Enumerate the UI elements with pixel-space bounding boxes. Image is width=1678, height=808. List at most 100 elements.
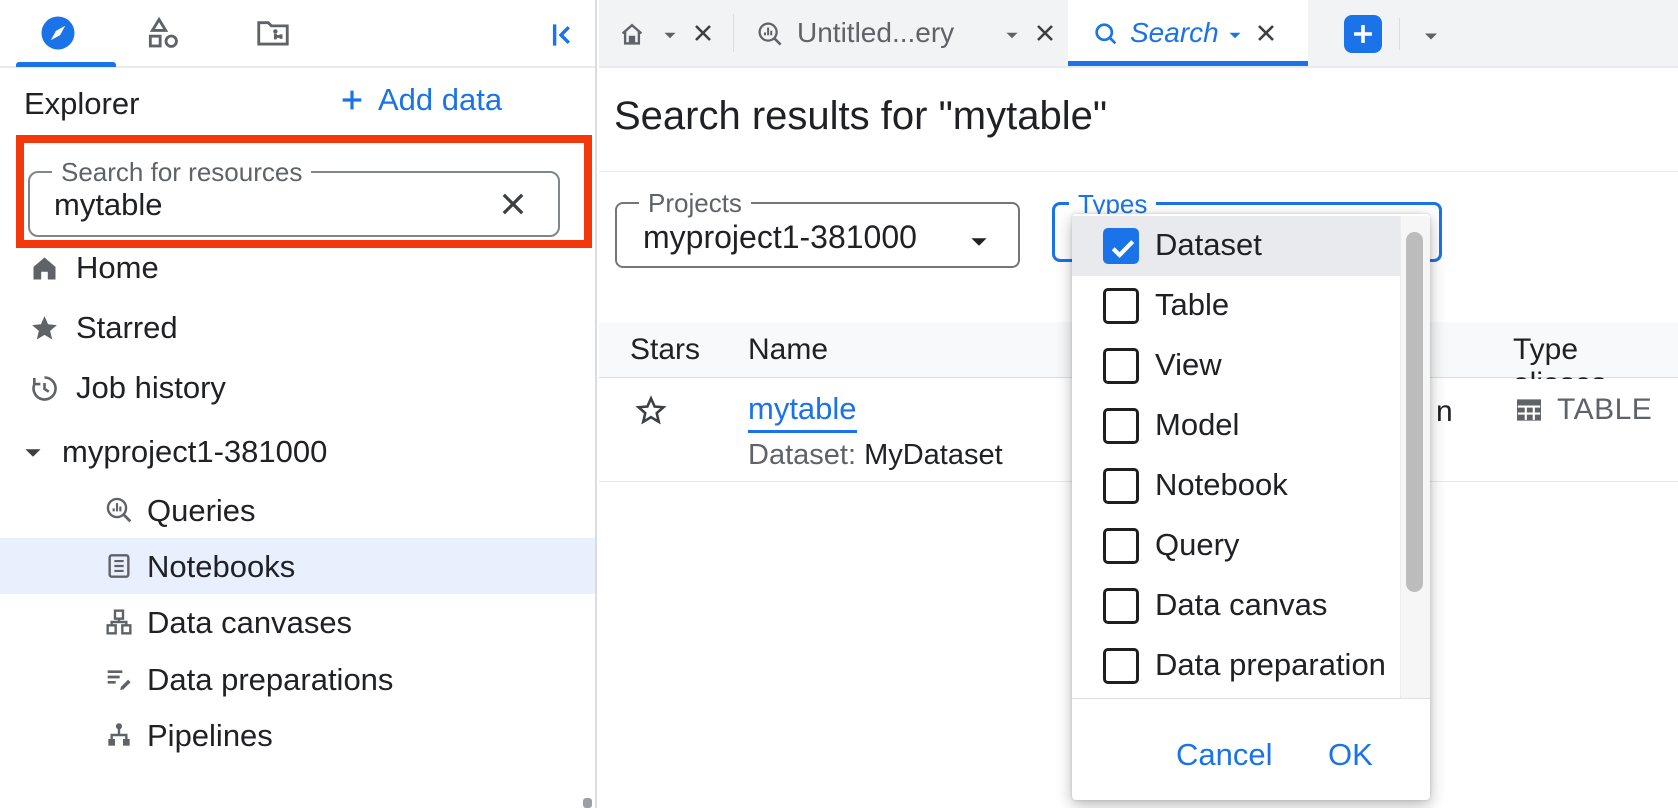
folder-pipeline-icon [254,14,292,52]
sidebar-item-notebooks[interactable]: Notebooks [0,538,595,594]
option-model[interactable]: Model [1072,396,1400,456]
close-tab-button[interactable] [689,17,721,49]
ok-button[interactable]: OK [1328,737,1373,773]
resource-search-field[interactable]: Search for resources mytable [28,171,560,237]
close-icon [496,187,532,221]
dropdown-scrollbar-track[interactable] [1400,216,1430,698]
tab-search-active[interactable]: Search [1068,0,1308,66]
types-option-list: Dataset Table View Model Notebook Query [1072,214,1400,698]
data-canvas-icon [103,606,135,638]
sidebar-item-data-preparations[interactable]: Data preparations [0,651,595,707]
panel-tab-explorer[interactable] [8,0,108,66]
sidebar-item-pipelines[interactable]: Pipelines [0,707,595,763]
explorer-panel: Explorer Add data Search for resources m… [0,0,597,808]
chevron-down-icon[interactable] [1224,24,1246,46]
checkbox-unchecked-icon[interactable] [1103,648,1139,684]
dropdown-arrow-icon [966,229,992,255]
chevron-down-icon[interactable] [1001,24,1023,46]
checkbox-unchecked-icon[interactable] [1103,408,1139,444]
star-toggle-button[interactable] [633,391,673,431]
panel-tab-bar [0,0,595,68]
result-dataset-name: MyDataset [864,439,1003,471]
collapse-panel-button[interactable] [544,17,584,53]
sidebar-item-data-canvases[interactable]: Data canvases [0,594,595,650]
table-grid-icon [1513,394,1545,426]
column-header-name: Name [748,333,828,367]
option-data-canvas[interactable]: Data canvas [1072,576,1400,636]
search-field-label: Search for resources [52,157,311,188]
tab-separator [733,14,734,52]
home-icon [28,252,61,285]
tab-label: Search [1130,17,1219,49]
projects-filter-select[interactable]: Projects myproject1-381000 [615,202,1020,268]
checkbox-unchecked-icon[interactable] [1103,348,1139,384]
option-dataset[interactable]: Dataset [1072,216,1400,276]
sidebar-item-home[interactable]: Home [0,244,595,292]
close-tab-button[interactable] [1252,17,1284,49]
clear-search-button[interactable] [496,186,532,222]
home-outline-icon [617,19,647,49]
compass-icon [40,15,76,51]
add-data-button[interactable]: Add data [336,82,502,118]
search-icon [1092,20,1120,48]
projects-filter-label: Projects [639,188,751,219]
project-tree-header[interactable]: myproject1-381000 [0,428,595,476]
tab-untitled-query[interactable]: Untitled...ery [735,0,1068,66]
column-header-stars: Stars [630,333,700,367]
panel-tab-repository[interactable] [238,0,308,66]
cancel-button[interactable]: Cancel [1176,737,1273,773]
checkbox-unchecked-icon[interactable] [1103,468,1139,504]
plus-icon [336,84,368,116]
projects-filter-value: myproject1-381000 [643,219,917,256]
tab-label: Untitled...ery [797,17,954,49]
sidebar-item-job-history[interactable]: Job history [0,364,595,412]
project-name: myproject1-381000 [62,434,327,470]
tab-home[interactable] [601,0,734,66]
chevron-down-icon [1419,24,1443,48]
option-query[interactable]: Query [1072,516,1400,576]
chevron-down-icon[interactable] [20,440,46,466]
option-view[interactable]: View [1072,336,1400,396]
bigquery-console: Explorer Add data Search for resources m… [0,0,1678,808]
dropdown-scrollbar-thumb[interactable] [1406,232,1423,592]
result-type-alias: TABLE [1513,393,1652,427]
data-prep-icon [103,663,135,695]
page-title: Search results for "mytable" [614,94,1107,139]
close-tab-button[interactable] [1031,17,1063,49]
sidebar-item-starred[interactable]: Starred [0,304,595,352]
result-name-link[interactable]: mytable [748,391,857,433]
toolbar-divider [1399,18,1400,50]
sidebar-scrollbar-thumb[interactable] [583,798,592,808]
section-divider [599,171,1678,172]
option-data-preparation[interactable]: Data preparation [1072,636,1400,696]
option-table[interactable]: Table [1072,276,1400,336]
notebook-icon [103,550,135,582]
pipeline-icon [103,719,135,751]
checkbox-unchecked-icon[interactable] [1103,288,1139,324]
editor-tab-bar: Untitled...ery Search [599,0,1678,68]
truncated-cell-text: n [1436,395,1453,429]
checkbox-unchecked-icon[interactable] [1103,528,1139,564]
plus-icon [1344,16,1382,52]
sidebar-item-queries[interactable]: Queries [0,482,595,538]
collapse-left-icon [544,18,584,52]
explorer-header: Explorer Add data [0,84,595,128]
types-dropdown-menu: Dataset Table View Model Notebook Query [1072,214,1430,800]
result-subtitle: Dataset: MyDataset [748,439,1003,472]
star-outline-icon [633,393,673,429]
new-tab-button[interactable] [1344,15,1382,53]
star-icon [28,312,61,345]
chevron-down-icon[interactable] [659,24,681,46]
checkbox-unchecked-icon[interactable] [1103,588,1139,624]
tab-overflow-button[interactable] [1419,24,1443,48]
active-tab-underline [16,62,116,67]
panel-tab-shapes[interactable] [128,0,198,66]
search-input[interactable]: mytable [54,187,163,223]
checkbox-checked-icon[interactable] [1103,228,1139,264]
history-icon [28,372,61,405]
explorer-title: Explorer [24,86,139,122]
option-notebook[interactable]: Notebook [1072,456,1400,516]
dropdown-footer: Cancel OK [1072,698,1430,800]
shapes-icon [144,14,182,52]
query-icon [103,494,135,526]
